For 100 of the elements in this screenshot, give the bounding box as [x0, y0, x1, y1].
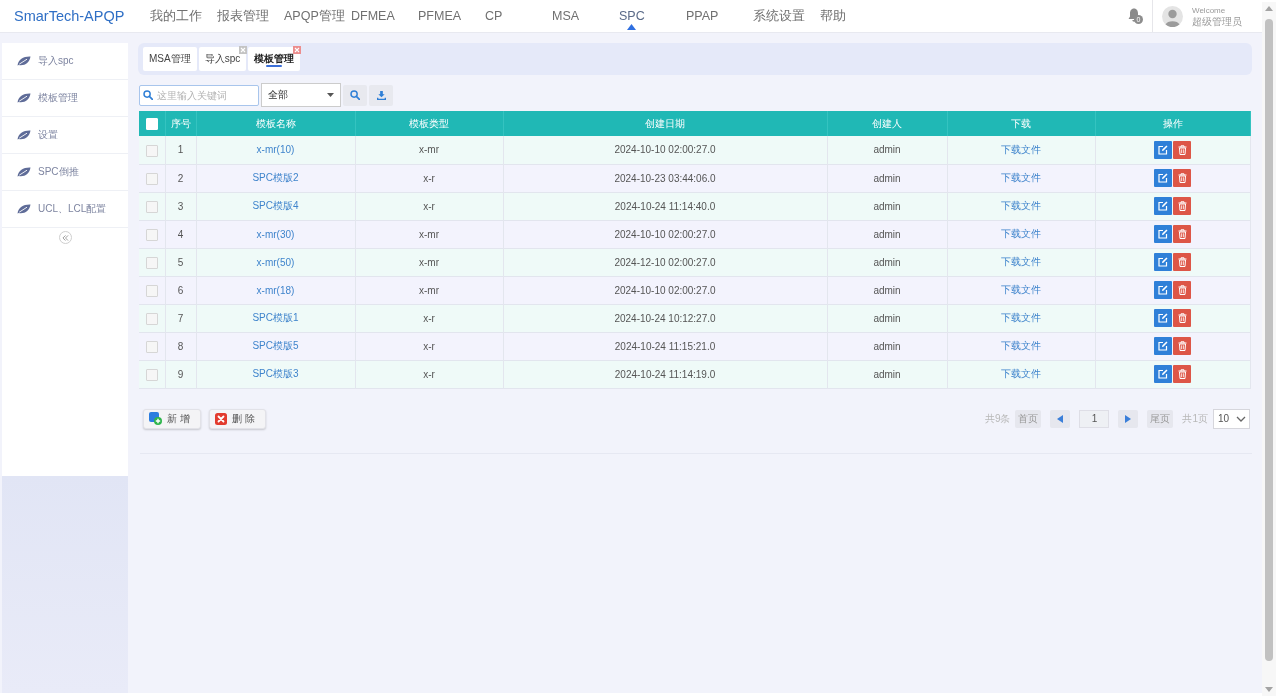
- nav-item[interactable]: MSA: [552, 0, 580, 32]
- edit-button[interactable]: [1154, 140, 1172, 159]
- scrollbar-thumb[interactable]: [1265, 19, 1273, 661]
- edit-icon: [1158, 369, 1168, 379]
- caret-down-icon: [327, 93, 334, 97]
- collapse-button[interactable]: [58, 231, 72, 244]
- nav-item[interactable]: 我的工作: [150, 0, 202, 32]
- table-cell: 2024-10-10 02:00:27.0: [503, 136, 827, 164]
- row-checkbox[interactable]: [145, 172, 158, 185]
- table-cell: admin: [827, 136, 947, 164]
- edit-button[interactable]: [1154, 197, 1172, 215]
- table-cell: x-mr: [355, 136, 503, 164]
- double-chevron-left-icon: [61, 234, 69, 241]
- page-input[interactable]: 1: [1079, 409, 1110, 428]
- edit-button[interactable]: [1154, 337, 1172, 355]
- download-link[interactable]: 下载文件: [1001, 340, 1041, 351]
- download-link[interactable]: 下载文件: [1001, 200, 1041, 211]
- edit-button[interactable]: [1154, 309, 1172, 327]
- delete-button[interactable]: [1173, 169, 1191, 187]
- nav-item[interactable]: SPC: [619, 0, 645, 32]
- last-page-button[interactable]: 尾页: [1147, 409, 1174, 428]
- trash-icon: [1177, 201, 1187, 211]
- table-cell: x-mr: [355, 276, 503, 304]
- nav-item[interactable]: PFMEA: [418, 0, 462, 32]
- download-link[interactable]: 下载文件: [1001, 312, 1041, 323]
- template-name-link[interactable]: SPC模版1: [252, 312, 299, 323]
- edit-button[interactable]: [1154, 225, 1172, 243]
- page-size-select[interactable]: 10: [1213, 408, 1250, 429]
- nav-item[interactable]: 报表管理: [217, 0, 269, 32]
- edit-button[interactable]: [1154, 169, 1172, 187]
- download-icon: [376, 90, 386, 100]
- delete-button[interactable]: [1173, 281, 1191, 299]
- template-name-link[interactable]: x-mr(50): [256, 256, 295, 268]
- template-name-link[interactable]: SPC模版3: [252, 368, 299, 379]
- table-cell: x-mr: [355, 220, 503, 248]
- edit-icon: [1158, 144, 1168, 155]
- tab[interactable]: 导入spc: [198, 47, 247, 71]
- scroll-down-icon: [1265, 687, 1273, 692]
- nav-item[interactable]: 系统设置: [753, 0, 805, 32]
- table-cell: admin: [827, 164, 947, 192]
- table-cell: 5: [165, 248, 196, 276]
- delete-button[interactable]: [1173, 225, 1191, 243]
- download-link[interactable]: 下载文件: [1001, 228, 1041, 239]
- row-checkbox[interactable]: [145, 368, 158, 381]
- nav-item[interactable]: 帮助: [820, 0, 846, 32]
- delete-button[interactable]: [1173, 365, 1191, 383]
- delete-button[interactable]: [1173, 253, 1191, 271]
- previous-page-button[interactable]: [1050, 409, 1071, 428]
- select-all-checkbox[interactable]: [145, 118, 158, 131]
- first-page-button[interactable]: 首页: [1015, 409, 1042, 428]
- tab[interactable]: 模板管理: [248, 47, 301, 71]
- search-button[interactable]: [343, 84, 367, 106]
- delete-button[interactable]: [1173, 140, 1191, 159]
- row-checkbox[interactable]: [145, 284, 158, 297]
- user-name[interactable]: 超级管理员: [1192, 16, 1242, 27]
- template-name-link[interactable]: SPC模版2: [252, 172, 299, 183]
- edit-button[interactable]: [1154, 365, 1172, 383]
- row-checkbox[interactable]: [145, 200, 158, 213]
- download-link[interactable]: 下载文件: [1001, 172, 1041, 183]
- sidebar-item[interactable]: 模板管理: [2, 80, 128, 117]
- template-name-link[interactable]: SPC模版4: [252, 200, 299, 211]
- template-name-link[interactable]: x-mr(10): [256, 144, 295, 156]
- edit-button[interactable]: [1154, 253, 1172, 271]
- download-link[interactable]: 下载文件: [1001, 284, 1041, 295]
- next-page-button[interactable]: [1118, 409, 1139, 428]
- sidebar-item[interactable]: SPC倒推: [2, 154, 128, 191]
- row-checkbox[interactable]: [145, 228, 158, 241]
- table-cell: 2024-10-24 10:12:27.0: [503, 304, 827, 332]
- row-checkbox[interactable]: [145, 340, 158, 353]
- row-checkbox[interactable]: [145, 256, 158, 269]
- table-cell: admin: [827, 360, 947, 388]
- nav-item[interactable]: APQP管理: [284, 0, 345, 32]
- nav-item[interactable]: CP: [485, 0, 503, 32]
- delete-button[interactable]: [1173, 197, 1191, 215]
- sidebar-item[interactable]: 设置: [2, 117, 128, 154]
- nav-item[interactable]: DFMEA: [351, 0, 395, 32]
- tab[interactable]: MSA管理: [143, 47, 197, 71]
- scroll-up-icon: [1265, 6, 1273, 11]
- table-cell: 1: [165, 136, 196, 164]
- download-link[interactable]: 下载文件: [1001, 143, 1041, 155]
- nav-item[interactable]: PPAP: [686, 0, 719, 32]
- search-field[interactable]: 这里输入关键词: [139, 84, 259, 106]
- delete-button[interactable]: 删除: [209, 408, 266, 429]
- download-button[interactable]: [369, 84, 393, 106]
- sidebar-item[interactable]: UCL、LCL配置: [2, 191, 128, 228]
- template-name-link[interactable]: x-mr(30): [256, 228, 295, 240]
- filter-select[interactable]: 全部: [261, 83, 341, 107]
- delete-button[interactable]: [1173, 337, 1191, 355]
- close-icon[interactable]: [293, 46, 302, 54]
- template-name-link[interactable]: x-mr(18): [256, 284, 295, 296]
- edit-button[interactable]: [1154, 281, 1172, 299]
- download-link[interactable]: 下载文件: [1001, 368, 1041, 379]
- table-cell: 2024-10-23 03:44:06.0: [503, 164, 827, 192]
- sidebar-item[interactable]: 导入spc: [2, 43, 128, 80]
- row-checkbox[interactable]: [145, 312, 158, 325]
- download-link[interactable]: 下载文件: [1001, 256, 1041, 267]
- row-checkbox[interactable]: [145, 144, 158, 157]
- add-button[interactable]: 新增: [143, 408, 201, 429]
- delete-button[interactable]: [1173, 309, 1191, 327]
- template-name-link[interactable]: SPC模版5: [252, 340, 299, 351]
